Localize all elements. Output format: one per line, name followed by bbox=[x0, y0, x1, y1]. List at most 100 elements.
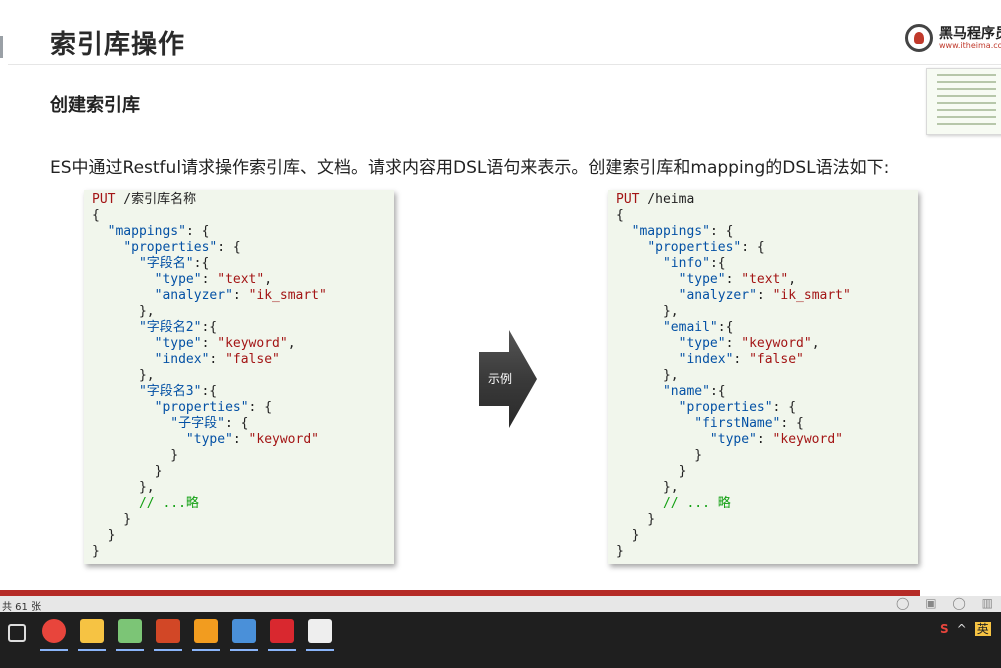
code-token: :{ bbox=[717, 320, 734, 335]
code-token: : bbox=[733, 352, 750, 367]
sogou-ime-icon[interactable]: S bbox=[940, 622, 949, 636]
code-token: : { bbox=[224, 416, 249, 431]
code-token: PUT bbox=[616, 192, 640, 207]
code-token: "name" bbox=[662, 384, 710, 399]
taskbar: S ^ 英 bbox=[0, 612, 1001, 668]
code-line: "analyzer": "ik_smart" bbox=[92, 288, 394, 304]
code-token: "index" bbox=[678, 352, 734, 367]
arrow-label: 示例 bbox=[488, 372, 513, 386]
typora-icon[interactable] bbox=[308, 619, 332, 643]
taskbar-active-indicator bbox=[230, 649, 258, 651]
code-token: : bbox=[201, 336, 218, 351]
code-line: "type": "text", bbox=[92, 272, 394, 288]
taskbar-active-indicator bbox=[78, 649, 106, 651]
code-token: PUT bbox=[92, 192, 116, 207]
header-divider bbox=[8, 64, 1001, 65]
code-token: : { bbox=[709, 224, 734, 239]
code-line: "properties": { bbox=[92, 240, 394, 256]
view-buttons[interactable]: ◯ ▣ ◯ ▥ bbox=[896, 596, 999, 610]
status-bar: 共 61 张 bbox=[0, 596, 1001, 613]
slide: 索引库操作 黑马程序员 www.itheima.com 创建索引库 ES中通过R… bbox=[0, 0, 1001, 590]
code-token: "ik_smart" bbox=[248, 288, 327, 303]
code-token: "mappings" bbox=[631, 224, 710, 239]
code-line: "type": "keyword", bbox=[616, 336, 918, 352]
code-token: : { bbox=[248, 400, 273, 415]
code-line: "type": "text", bbox=[616, 272, 918, 288]
presenter-thumbnail[interactable] bbox=[926, 68, 1001, 135]
notepad-plus-plus-icon[interactable] bbox=[118, 619, 142, 643]
code-token: /索引库名称 bbox=[115, 192, 197, 207]
chrome-icon[interactable] bbox=[42, 619, 66, 643]
code-token: "properties" bbox=[123, 240, 218, 255]
code-line: "子字段": { bbox=[92, 416, 394, 432]
taskbar-active-indicator bbox=[40, 649, 68, 651]
code-line: } bbox=[92, 448, 394, 464]
remote-desktop-icon[interactable] bbox=[232, 619, 256, 643]
code-token: : { bbox=[217, 240, 241, 255]
code-token: "type" bbox=[185, 432, 233, 447]
slide-edge-marker bbox=[0, 36, 3, 58]
code-line: "type": "keyword" bbox=[616, 432, 918, 448]
code-line: } bbox=[616, 544, 918, 560]
chevron-up-icon[interactable]: ^ bbox=[957, 622, 967, 636]
section-subtitle: 创建索引库 bbox=[50, 95, 140, 116]
task-view-icon[interactable] bbox=[8, 624, 26, 642]
code-token: : bbox=[756, 288, 773, 303]
code-line: }, bbox=[92, 368, 394, 384]
code-line: "properties": { bbox=[616, 400, 918, 416]
code-line: "type": "keyword", bbox=[92, 336, 394, 352]
code-token: "type" bbox=[154, 336, 202, 351]
code-line: }, bbox=[616, 368, 918, 384]
vmware-icon[interactable] bbox=[194, 619, 218, 643]
code-line: PUT /heima bbox=[616, 192, 918, 208]
powerpoint-icon[interactable] bbox=[152, 613, 184, 649]
ime-mode-icon[interactable]: 英 bbox=[974, 622, 991, 636]
app-icon-red[interactable] bbox=[270, 619, 294, 643]
code-line: } bbox=[92, 528, 394, 544]
code-token: "analyzer" bbox=[154, 288, 233, 303]
code-line: "mappings": { bbox=[616, 224, 918, 240]
code-token: } bbox=[92, 512, 132, 527]
code-token: , bbox=[287, 336, 296, 351]
code-line: "properties": { bbox=[616, 240, 918, 256]
taskbar-active-indicator bbox=[154, 649, 182, 651]
logo-url: www.itheima.com bbox=[939, 41, 1001, 50]
code-token: , bbox=[811, 336, 820, 351]
brand-logo: 黑马程序员 www.itheima.com bbox=[905, 22, 1001, 58]
code-line: { bbox=[616, 208, 918, 224]
code-line: "字段名2":{ bbox=[92, 320, 394, 336]
taskbar-active-indicator bbox=[116, 649, 144, 651]
code-line: } bbox=[616, 528, 918, 544]
code-line: // ... 略 bbox=[616, 496, 918, 512]
code-token: : { bbox=[772, 400, 797, 415]
code-token: : { bbox=[741, 240, 765, 255]
code-token: } bbox=[616, 544, 624, 559]
code-line: "type": "keyword" bbox=[92, 432, 394, 448]
code-token: }, bbox=[92, 304, 155, 319]
code-line: } bbox=[616, 512, 918, 528]
code-line: }, bbox=[92, 304, 394, 320]
code-token: :{ bbox=[201, 320, 218, 335]
code-token: } bbox=[92, 448, 179, 463]
file-explorer-icon[interactable] bbox=[80, 619, 104, 643]
code-token: "keyword" bbox=[248, 432, 319, 447]
logo-mark-icon bbox=[905, 24, 933, 52]
code-token: }, bbox=[616, 480, 679, 495]
system-tray[interactable]: S ^ 英 bbox=[940, 620, 999, 637]
code-line: "index": "false" bbox=[92, 352, 394, 368]
code-token: } bbox=[616, 512, 656, 527]
code-token: "type" bbox=[678, 336, 726, 351]
code-token: }, bbox=[616, 368, 679, 383]
